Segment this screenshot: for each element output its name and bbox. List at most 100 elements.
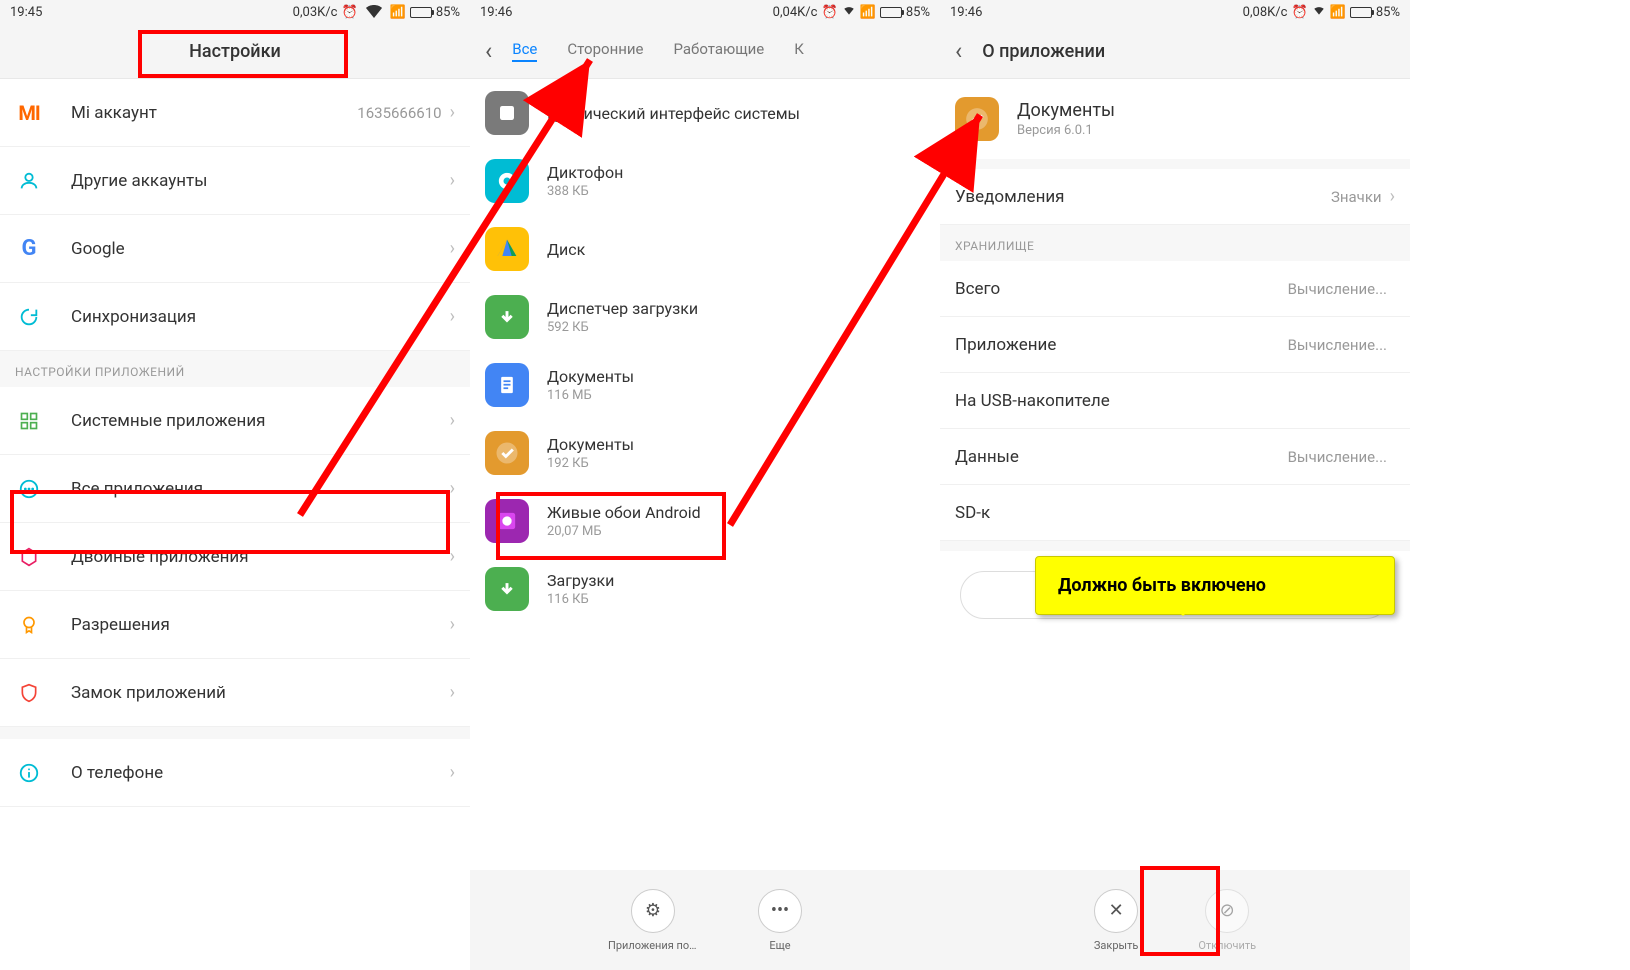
dual-apps-row[interactable]: Двойные приложения › — [0, 523, 470, 591]
permissions-row[interactable]: Разрешения › — [0, 591, 470, 659]
app-icon — [485, 159, 529, 203]
alarm-icon: ⏰ — [1291, 5, 1307, 20]
app-row[interactable]: Документы 116 МБ — [470, 351, 940, 419]
wifi-icon — [362, 0, 386, 26]
sd-row: SD-к — [940, 485, 1410, 541]
tooltip-callout: Должно быть включено — [1035, 556, 1395, 615]
app-row[interactable]: Загрузки 116 КБ — [470, 555, 940, 623]
documents-app-icon — [955, 97, 999, 141]
app-header: Документы Версия 6.0.1 — [940, 79, 1410, 159]
system-apps-row[interactable]: Системные приложения › — [0, 387, 470, 455]
app-row[interactable]: Диспетчер загрузки 592 КБ — [470, 283, 940, 351]
google-row[interactable]: G Google › — [0, 215, 470, 283]
tab-all[interactable]: Все — [512, 40, 537, 62]
total-row: Всего Вычисление... — [940, 261, 1410, 317]
notifications-row[interactable]: Уведомления Значки › — [940, 169, 1410, 225]
hexagon-icon — [15, 543, 43, 571]
wifi-icon — [842, 3, 856, 21]
app-row[interactable]: Живые обои Android 20,07 МБ — [470, 487, 940, 555]
disable-button[interactable]: ⊘ Отключить — [1198, 889, 1256, 952]
wifi-icon — [1312, 3, 1326, 21]
header: ‹ Все Сторонние Работающие К — [470, 24, 940, 79]
badge-icon — [15, 611, 43, 639]
status-time: 19:46 — [480, 5, 512, 20]
app-size: 592 КБ — [547, 320, 698, 335]
app-icon — [485, 91, 529, 135]
app-name: Диск — [547, 240, 585, 259]
app-name: Диктофон — [547, 163, 623, 182]
dots-circle-icon — [15, 475, 43, 503]
app-name: Документы — [547, 435, 634, 454]
disable-icon: ⊘ — [1205, 889, 1249, 933]
page-title: Настройки — [189, 41, 281, 62]
app-icon — [485, 363, 529, 407]
page-title: О приложении — [982, 41, 1105, 62]
chevron-right-icon: › — [450, 410, 455, 431]
applock-row[interactable]: Замок приложений › — [0, 659, 470, 727]
status-time: 19:45 — [10, 5, 42, 20]
back-icon[interactable]: ‹ — [955, 37, 962, 65]
shield-icon — [15, 679, 43, 707]
app-size: 388 КБ — [547, 184, 623, 199]
app-name: Диспетчер загрузки — [547, 299, 698, 318]
battery-icon — [410, 7, 432, 18]
chevron-right-icon: › — [450, 170, 455, 191]
signal-icon: 📶 — [390, 5, 406, 20]
signal-icon: 📶 — [1330, 5, 1346, 20]
alarm-icon: ⏰ — [341, 5, 357, 20]
app-icon — [485, 295, 529, 339]
app-icon — [485, 227, 529, 271]
storage-section-header: ХРАНИЛИЩЕ — [940, 225, 1410, 261]
sync-row[interactable]: Синхронизация › — [0, 283, 470, 351]
info-icon — [15, 759, 43, 787]
app-row[interactable]: Документы192 КБ — [470, 419, 940, 487]
section-header: НАСТРОЙКИ ПРИЛОЖЕНИЙ — [0, 351, 470, 387]
battery-icon — [1350, 7, 1372, 18]
all-apps-row[interactable]: Все приложения › — [0, 455, 470, 523]
person-icon — [15, 167, 43, 195]
app-name: Загрузки — [547, 571, 614, 590]
app-size: 20,07 МБ — [547, 524, 701, 539]
more-button[interactable]: ••• Еще — [758, 889, 802, 952]
app-name: Документы — [547, 367, 634, 386]
status-bar: 19:46 0,08K/c ⏰ 📶 85% — [940, 0, 1410, 24]
data-row: Данные Вычисление... — [940, 429, 1410, 485]
about-phone-row[interactable]: О телефоне › — [0, 739, 470, 807]
chevron-right-icon: › — [450, 546, 455, 567]
header: ‹ О приложении — [940, 24, 1410, 79]
status-bar: 19:46 0,04K/c ⏰ 📶 85% — [470, 0, 940, 24]
chevron-right-icon: › — [450, 682, 455, 703]
app-row[interactable]: Диск — [470, 215, 940, 283]
tab-more[interactable]: К — [794, 40, 804, 62]
tab-running[interactable]: Работающие — [674, 40, 765, 62]
chevron-right-icon: › — [450, 238, 455, 259]
app-row[interactable]: Графический интерфейс системы — [470, 79, 940, 147]
gear-icon: ⚙ — [631, 889, 675, 933]
app-icon — [485, 499, 529, 543]
chevron-right-icon: › — [450, 102, 455, 123]
bottom-bar: ✕ Закрыть ⊘ Отключить — [940, 870, 1410, 970]
tab-thirdparty[interactable]: Сторонние — [567, 40, 643, 62]
mi-account-row[interactable]: MI Mi аккаунт 1635666610 › — [0, 79, 470, 147]
default-apps-button[interactable]: ⚙ Приложения по умо... — [608, 889, 698, 952]
sync-icon — [15, 303, 43, 331]
app-icon — [485, 431, 529, 475]
app-name: Графический интерфейс системы — [547, 104, 800, 123]
other-accounts-row[interactable]: Другие аккаунты › — [0, 147, 470, 215]
bottom-bar: ⚙ Приложения по умо... ••• Еще — [470, 870, 940, 970]
close-button[interactable]: ✕ Закрыть — [1094, 889, 1138, 952]
close-icon: ✕ — [1094, 889, 1138, 933]
chevron-right-icon: › — [450, 306, 455, 327]
chevron-right-icon: › — [450, 762, 455, 783]
app-row[interactable]: Диктофон 388 КБ — [470, 147, 940, 215]
battery-icon — [880, 7, 902, 18]
google-icon: G — [15, 235, 43, 263]
app-size: 116 КБ — [547, 592, 614, 607]
signal-icon: 📶 — [860, 5, 876, 20]
app-size: 116 МБ — [547, 388, 634, 403]
back-icon[interactable]: ‹ — [485, 37, 492, 65]
chevron-right-icon: › — [1390, 186, 1395, 207]
app-name: Живые обои Android — [547, 503, 701, 522]
grid-icon — [15, 407, 43, 435]
dots-icon: ••• — [758, 889, 802, 933]
